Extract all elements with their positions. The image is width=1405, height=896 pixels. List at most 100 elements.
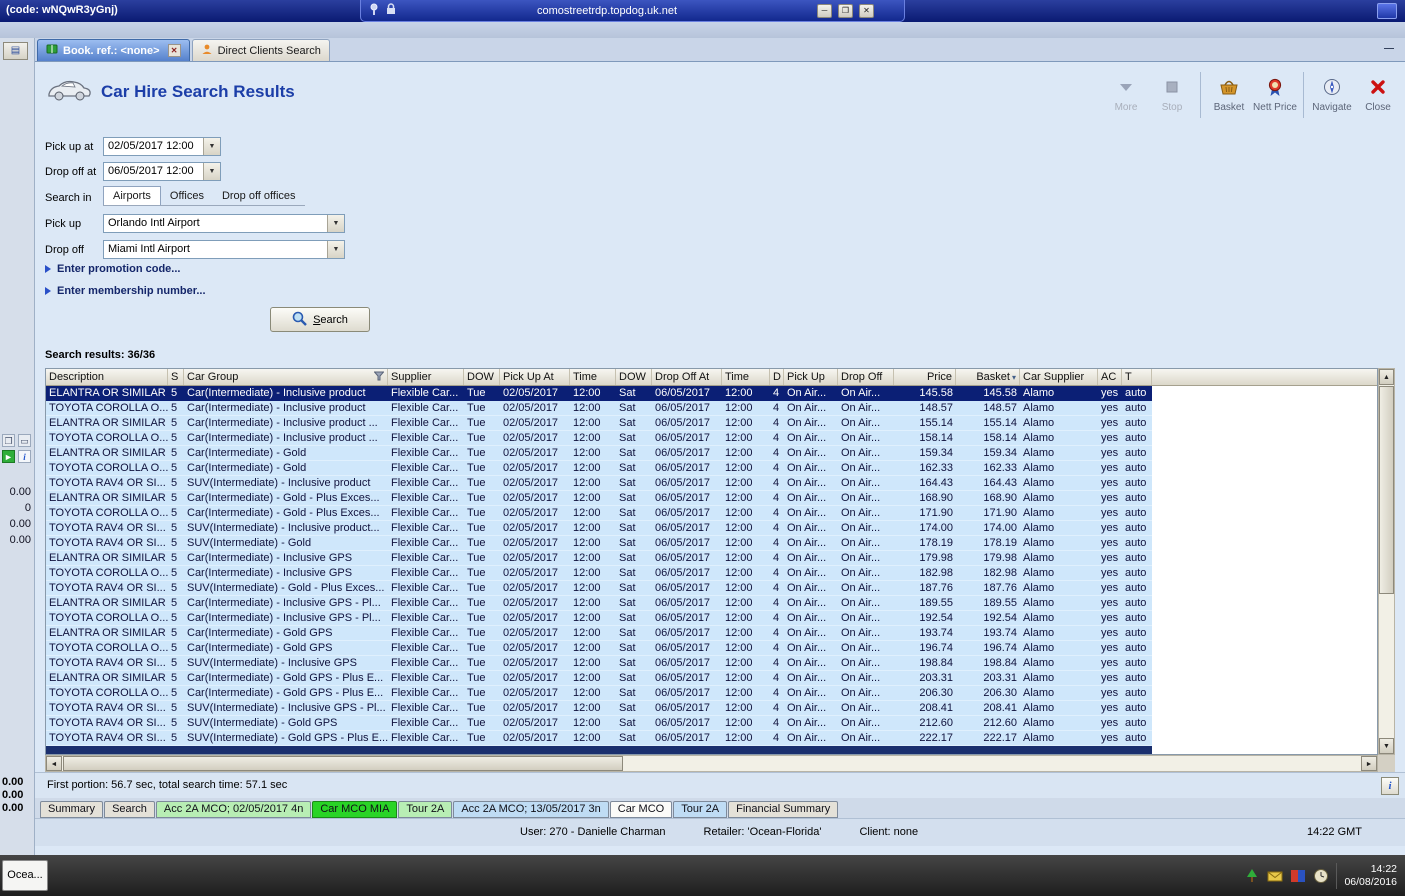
column-header[interactable]: Car Group <box>184 369 388 385</box>
result-row[interactable]: ELANTRA OR SIMILAR 5 Car(Intermediate) - I… <box>46 596 1152 611</box>
column-header[interactable]: Car Supplier <box>1020 369 1098 385</box>
column-header[interactable]: DOW <box>616 369 652 385</box>
navigate-button[interactable]: Navigate <box>1309 70 1355 120</box>
basket-button[interactable]: Basket <box>1206 70 1252 120</box>
promotion-code-expander[interactable]: Enter promotion code... <box>45 263 180 275</box>
column-header[interactable]: Drop Off <box>838 369 894 385</box>
result-row[interactable]: TOYOTA RAV4 OR SI... 5 SUV(Intermediate) -… <box>46 581 1152 596</box>
nett-price-button[interactable]: Nett Price <box>1252 70 1298 120</box>
grid-cell: 02/05/2017 <box>503 732 559 744</box>
search-in-tab-drop-off-offices[interactable]: Drop off offices <box>213 187 305 205</box>
scroll-down-arrow[interactable]: ▼ <box>1379 738 1394 754</box>
membership-number-expander[interactable]: Enter membership number... <box>45 285 206 297</box>
dropoff-combo[interactable]: Miami Intl Airport ▼ <box>103 240 345 259</box>
result-row[interactable]: ELANTRA OR SIMILAR 5 Car(Intermediate) - G… <box>46 446 1152 461</box>
info-button[interactable]: i <box>1381 777 1399 795</box>
mdi-minimize-button[interactable]: — <box>1381 42 1397 57</box>
column-header[interactable]: S <box>168 369 184 385</box>
result-row[interactable]: ELANTRA OR SIMILAR 5 Car(Intermediate) - G… <box>46 491 1152 506</box>
column-header[interactable]: Price <box>894 369 956 385</box>
result-row[interactable]: TOYOTA RAV4 OR SI... 5 SUV(Intermediate) -… <box>46 701 1152 716</box>
bottom-tab-financial-summary[interactable]: Financial Summary <box>728 801 839 818</box>
filter-icon[interactable] <box>373 371 385 384</box>
result-row[interactable]: TOYOTA RAV4 OR SI... 5 SUV(Intermediate) -… <box>46 476 1152 491</box>
scroll-right-arrow[interactable]: ► <box>1361 756 1377 771</box>
result-row[interactable]: ELANTRA OR SIMILAR 5 Car(Intermediate) - G… <box>46 671 1152 686</box>
result-row[interactable]: TOYOTA COROLLA O... 5 Car(Intermediate) - … <box>46 431 1152 446</box>
go-icon[interactable]: ► <box>2 450 15 463</box>
window-icon[interactable]: ❐ <box>2 434 15 447</box>
tray-mail-icon[interactable] <box>1267 868 1283 884</box>
result-row[interactable]: TOYOTA COROLLA O... 5 Car(Intermediate) - … <box>46 686 1152 701</box>
column-header[interactable]: Supplier <box>388 369 464 385</box>
column-header[interactable]: Pick Up <box>784 369 838 385</box>
column-header[interactable]: D <box>770 369 784 385</box>
bottom-tab-car-mco-mia[interactable]: Car MCO MIA <box>312 801 398 818</box>
document-tab[interactable]: Direct Clients Search <box>191 39 330 61</box>
column-header[interactable]: Time <box>722 369 770 385</box>
column-header[interactable]: Time <box>570 369 616 385</box>
pickup-at-field[interactable]: 02/05/2017 12:00 ▼ <box>103 137 221 156</box>
result-row[interactable]: ELANTRA OR SIMILAR 5 Car(Intermediate) - I… <box>46 416 1152 431</box>
horizontal-scrollbar[interactable]: ◄ ► <box>45 755 1378 772</box>
tray-clock-icon[interactable] <box>1313 868 1329 884</box>
column-header[interactable]: Drop Off At <box>652 369 722 385</box>
result-row[interactable]: TOYOTA RAV4 OR SI... 5 SUV(Intermediate) -… <box>46 656 1152 671</box>
search-button[interactable]: Search <box>270 307 370 332</box>
chevron-down-icon[interactable]: ▼ <box>327 215 344 232</box>
search-in-tab-offices[interactable]: Offices <box>161 187 213 205</box>
result-row[interactable]: TOYOTA COROLLA O... 5 Car(Intermediate) - … <box>46 641 1152 656</box>
bottom-tab-acc-2a-mco-02-05-2017-4n[interactable]: Acc 2A MCO; 02/05/2017 4n <box>155 801 312 818</box>
rdp-close-button[interactable]: ✕ <box>859 3 874 18</box>
column-header[interactable]: Description <box>46 369 168 385</box>
result-row[interactable]: TOYOTA COROLLA O... 5 Car(Intermediate) - … <box>46 506 1152 521</box>
column-header[interactable]: Basket ▾ <box>956 369 1020 385</box>
bottom-tab-search[interactable]: Search <box>104 801 155 818</box>
bottom-tab-acc-2a-mco-13-05-2017-3n[interactable]: Acc 2A MCO; 13/05/2017 3n <box>453 801 609 818</box>
scroll-left-arrow[interactable]: ◄ <box>46 756 62 771</box>
tab-close-icon[interactable]: ✕ <box>167 44 181 57</box>
document-tab[interactable]: Book. ref.: <none> ✕ <box>37 39 190 61</box>
result-row[interactable]: ELANTRA OR SIMILAR 5 Car(Intermediate) - G… <box>46 626 1152 641</box>
tray-tree-icon[interactable] <box>1244 868 1260 884</box>
result-row[interactable]: TOYOTA RAV4 OR SI... 5 SUV(Intermediate) -… <box>46 521 1152 536</box>
rdp-restore-button[interactable]: ❐ <box>838 3 853 18</box>
taskbar-clock[interactable]: 14:22 06/08/2016 <box>1344 863 1401 889</box>
column-header[interactable]: DOW <box>464 369 500 385</box>
column-header[interactable]: Pick Up At <box>500 369 570 385</box>
result-row[interactable]: TOYOTA RAV4 OR SI... 5 SUV(Intermediate) -… <box>46 716 1152 731</box>
result-row[interactable]: ELANTRA OR SIMILAR 5 Car(Intermediate) - I… <box>46 386 1152 401</box>
horizontal-scroll-thumb[interactable] <box>63 756 623 771</box>
result-row[interactable]: TOYOTA COROLLA O... 5 Car(Intermediate) - … <box>46 401 1152 416</box>
pickup-combo[interactable]: Orlando Intl Airport ▼ <box>103 214 345 233</box>
bottom-tab-car-mco[interactable]: Car MCO <box>609 801 673 818</box>
result-row[interactable]: TOYOTA RAV4 OR SI... 5 SUV(Intermediate) -… <box>46 536 1152 551</box>
bottom-tab-tour-2a[interactable]: Tour 2A <box>673 801 728 818</box>
window-restore-icon[interactable]: ▭ <box>18 434 31 447</box>
chevron-down-icon[interactable]: ▼ <box>203 138 220 155</box>
taskbar-app-button[interactable]: Ocea... <box>2 860 48 891</box>
result-row[interactable]: TOYOTA RAV4 OR SI... 5 SUV(Intermediate) -… <box>46 731 1152 746</box>
grid-cell: Tue <box>467 627 486 639</box>
tray-app-icon[interactable] <box>1290 868 1306 884</box>
vertical-scroll-thumb[interactable] <box>1379 386 1394 594</box>
column-header[interactable]: T <box>1122 369 1152 385</box>
pin-icon[interactable] <box>369 3 380 18</box>
result-row[interactable]: TOYOTA COROLLA O... 5 Car(Intermediate) - … <box>46 611 1152 626</box>
bottom-tab-summary[interactable]: Summary <box>40 801 104 818</box>
result-row[interactable]: ELANTRA OR SIMILAR 5 Car(Intermediate) - I… <box>46 551 1152 566</box>
bottom-tab-tour-2a[interactable]: Tour 2A <box>398 801 453 818</box>
result-row[interactable]: TOYOTA COROLLA O... 5 Car(Intermediate) - … <box>46 566 1152 581</box>
scroll-up-arrow[interactable]: ▲ <box>1379 369 1394 385</box>
close-button[interactable]: Close <box>1355 70 1401 120</box>
info-icon[interactable]: i <box>18 450 31 463</box>
chevron-down-icon[interactable]: ▼ <box>327 241 344 258</box>
sidebar-panel-button[interactable]: ▤ <box>3 42 28 60</box>
dropoff-at-field[interactable]: 06/05/2017 12:00 ▼ <box>103 162 221 181</box>
result-row[interactable]: TOYOTA COROLLA O... 5 Car(Intermediate) - … <box>46 461 1152 476</box>
search-in-tab-airports[interactable]: Airports <box>103 186 161 205</box>
chevron-down-icon[interactable]: ▼ <box>203 163 220 180</box>
vertical-scrollbar[interactable]: ▲ ▼ <box>1378 368 1395 755</box>
column-header[interactable]: AC <box>1098 369 1122 385</box>
rdp-minimize-button[interactable]: ─ <box>817 3 832 18</box>
